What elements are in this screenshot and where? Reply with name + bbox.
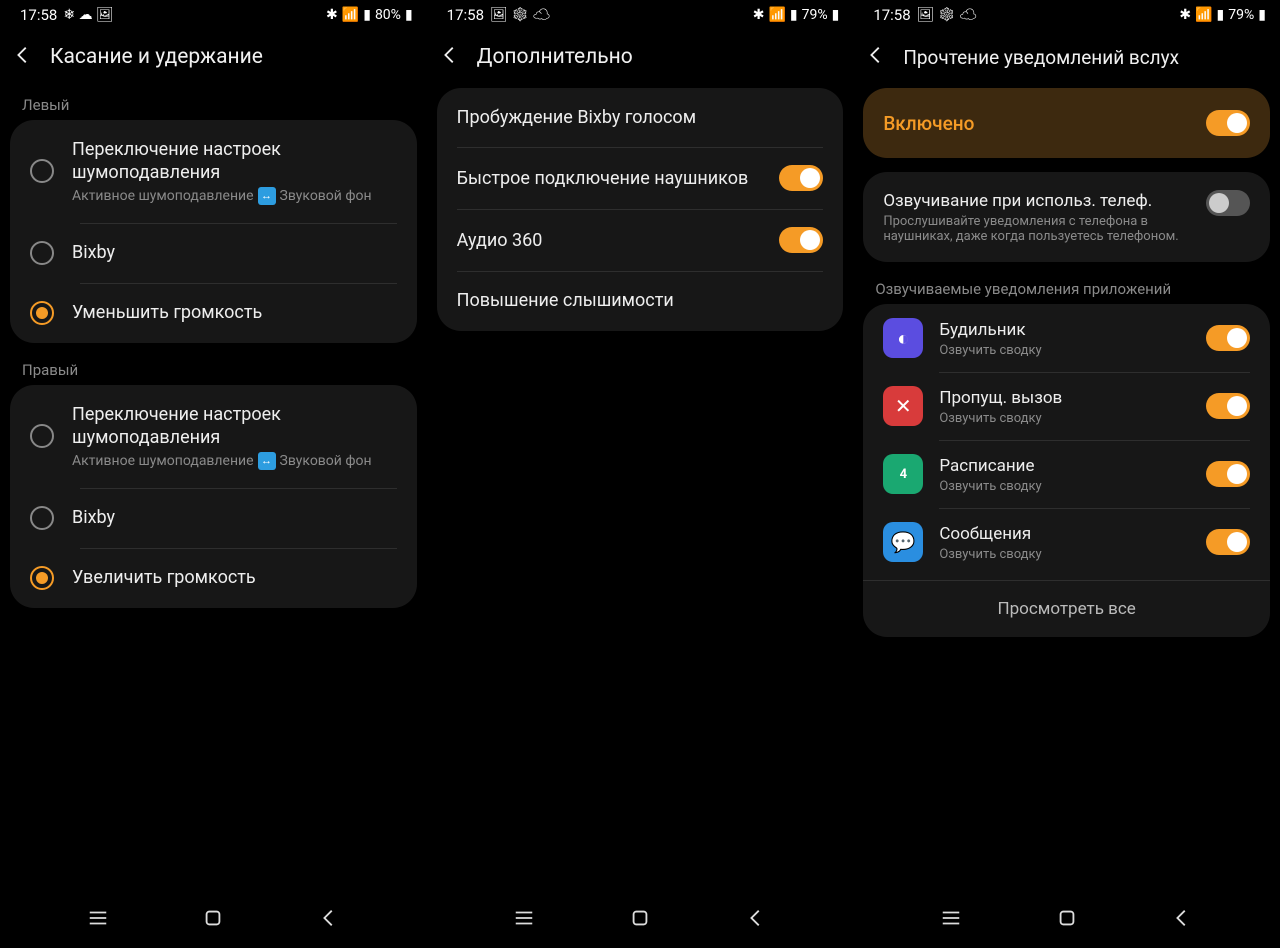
page-title: Дополнительно xyxy=(477,45,633,69)
toggle-audio-360[interactable] xyxy=(779,227,823,253)
app-alarm[interactable]: ◐ Будильник Озвучить сводку xyxy=(863,304,1270,372)
nav-recents-icon[interactable] xyxy=(513,907,535,933)
option-bixby-right[interactable]: Bixby xyxy=(10,488,417,548)
radio-icon[interactable] xyxy=(30,424,54,448)
screen-touch-hold: 17:58 ❄ ☁ 🖼 ✱ 📶 ▮ 80% ▮ Касание и удержа… xyxy=(0,0,427,948)
nav-home-icon[interactable] xyxy=(1056,907,1078,933)
status-time: 17:58 xyxy=(447,6,484,24)
battery-text: 79% xyxy=(802,7,828,23)
radio-icon[interactable] xyxy=(30,301,54,325)
status-icons-left: ❄ ☁ 🖼 xyxy=(63,8,113,22)
wifi-icon: 📶 xyxy=(768,8,785,22)
bluetooth-icon: ✱ xyxy=(753,8,765,22)
status-bar: 17:58 🖼 ❄ ☁ ✱ 📶 ▮ 79% ▮ xyxy=(427,0,854,30)
item-bixby-wake[interactable]: Пробуждение Bixby голосом xyxy=(437,88,844,147)
status-time: 17:58 xyxy=(20,6,57,24)
battery-icon: ▮ xyxy=(405,8,413,22)
back-icon[interactable] xyxy=(12,44,34,70)
nav-recents-icon[interactable] xyxy=(940,907,962,933)
section-right-label: Правый xyxy=(0,353,427,385)
signal-icon: ▮ xyxy=(1217,8,1225,22)
nav-back-icon[interactable] xyxy=(745,907,767,933)
status-icons-left: 🖼 ❄ ☁ xyxy=(917,8,977,22)
status-icons-left: 🖼 ❄ ☁ xyxy=(490,8,550,22)
nav-home-icon[interactable] xyxy=(202,907,224,933)
status-bar: 17:58 ❄ ☁ 🖼 ✱ 📶 ▮ 80% ▮ xyxy=(0,0,427,30)
nav-bar xyxy=(0,892,427,948)
toggle-messages[interactable] xyxy=(1206,529,1250,555)
nav-bar xyxy=(853,892,1280,948)
header: Дополнительно xyxy=(427,30,854,88)
right-options-card: Переключение настроек шумоподавления Акт… xyxy=(10,385,417,608)
swap-icon: ↔ xyxy=(258,452,276,470)
nav-home-icon[interactable] xyxy=(629,907,651,933)
phone-use-card: Озвучивание при использ. телеф. Прослуши… xyxy=(863,172,1270,262)
back-icon[interactable] xyxy=(439,44,461,70)
alarm-icon: ◐ xyxy=(883,318,923,358)
advanced-card: Пробуждение Bixby голосом Быстрое подклю… xyxy=(437,88,844,331)
toggle-missed[interactable] xyxy=(1206,393,1250,419)
item-audio-360[interactable]: Аудио 360 xyxy=(437,209,844,271)
signal-icon: ▮ xyxy=(790,8,798,22)
bluetooth-icon: ✱ xyxy=(326,8,338,22)
nav-recents-icon[interactable] xyxy=(87,907,109,933)
bluetooth-icon: ✱ xyxy=(1179,8,1191,22)
toggle-master[interactable] xyxy=(1206,110,1250,136)
missed-call-icon: ✕ xyxy=(883,386,923,426)
radio-icon[interactable] xyxy=(30,159,54,183)
messages-icon: 💬 xyxy=(883,522,923,562)
radio-icon[interactable] xyxy=(30,566,54,590)
header: Прочтение уведомлений вслух xyxy=(853,30,1280,88)
toggle-alarm[interactable] xyxy=(1206,325,1250,351)
left-options-card: Переключение настроек шумоподавления Акт… xyxy=(10,120,417,343)
status-bar: 17:58 🖼 ❄ ☁ ✱ 📶 ▮ 79% ▮ xyxy=(853,0,1280,30)
battery-text: 80% xyxy=(375,7,401,23)
status-time: 17:58 xyxy=(873,6,910,24)
back-icon[interactable] xyxy=(865,44,887,70)
battery-icon: ▮ xyxy=(832,8,840,22)
option-bixby-left[interactable]: Bixby xyxy=(10,223,417,283)
swap-icon: ↔ xyxy=(258,187,276,205)
toggle-phone-use[interactable] xyxy=(1206,190,1250,216)
signal-icon: ▮ xyxy=(363,8,371,22)
app-missed-call[interactable]: ✕ Пропущ. вызов Озвучить сводку xyxy=(863,372,1270,440)
app-schedule[interactable]: 4 Расписание Озвучить сводку xyxy=(863,440,1270,508)
battery-icon: ▮ xyxy=(1258,8,1266,22)
screen-read-aloud: 17:58 🖼 ❄ ☁ ✱ 📶 ▮ 79% ▮ Прочтение уведом… xyxy=(853,0,1280,948)
apps-section-label: Озвучиваемые уведомления приложений xyxy=(853,272,1280,304)
item-phone-use[interactable]: Озвучивание при использ. телеф. Прослуши… xyxy=(863,172,1270,262)
option-noise-left[interactable]: Переключение настроек шумоподавления Акт… xyxy=(10,120,417,223)
option-noise-right[interactable]: Переключение настроек шумоподавления Акт… xyxy=(10,385,417,488)
nav-back-icon[interactable] xyxy=(318,907,340,933)
battery-text: 79% xyxy=(1228,7,1254,23)
option-volume-up[interactable]: Увеличить громкость xyxy=(10,548,417,608)
master-toggle-card[interactable]: Включено xyxy=(863,88,1270,158)
nav-bar xyxy=(427,892,854,948)
page-title: Касание и удержание xyxy=(50,45,263,69)
wifi-icon: 📶 xyxy=(1195,8,1212,22)
radio-icon[interactable] xyxy=(30,506,54,530)
radio-icon[interactable] xyxy=(30,241,54,265)
nav-back-icon[interactable] xyxy=(1171,907,1193,933)
calendar-icon: 4 xyxy=(883,454,923,494)
master-label: Включено xyxy=(883,112,974,135)
item-hearing[interactable]: Повышение слышимости xyxy=(437,271,844,330)
page-title: Прочтение уведомлений вслух xyxy=(903,46,1179,69)
option-volume-down[interactable]: Уменьшить громкость xyxy=(10,283,417,343)
header: Касание и удержание xyxy=(0,30,427,88)
section-left-label: Левый xyxy=(0,88,427,120)
view-all-button[interactable]: Просмотреть все xyxy=(863,580,1270,637)
app-messages[interactable]: 💬 Сообщения Озвучить сводку xyxy=(863,508,1270,576)
screen-advanced: 17:58 🖼 ❄ ☁ ✱ 📶 ▮ 79% ▮ Дополнительно Пр… xyxy=(427,0,854,948)
item-quick-connect[interactable]: Быстрое подключение наушников xyxy=(437,147,844,209)
toggle-quick-connect[interactable] xyxy=(779,165,823,191)
toggle-schedule[interactable] xyxy=(1206,461,1250,487)
wifi-icon: 📶 xyxy=(342,8,359,22)
apps-card: ◐ Будильник Озвучить сводку ✕ Пропущ. вы… xyxy=(863,304,1270,637)
